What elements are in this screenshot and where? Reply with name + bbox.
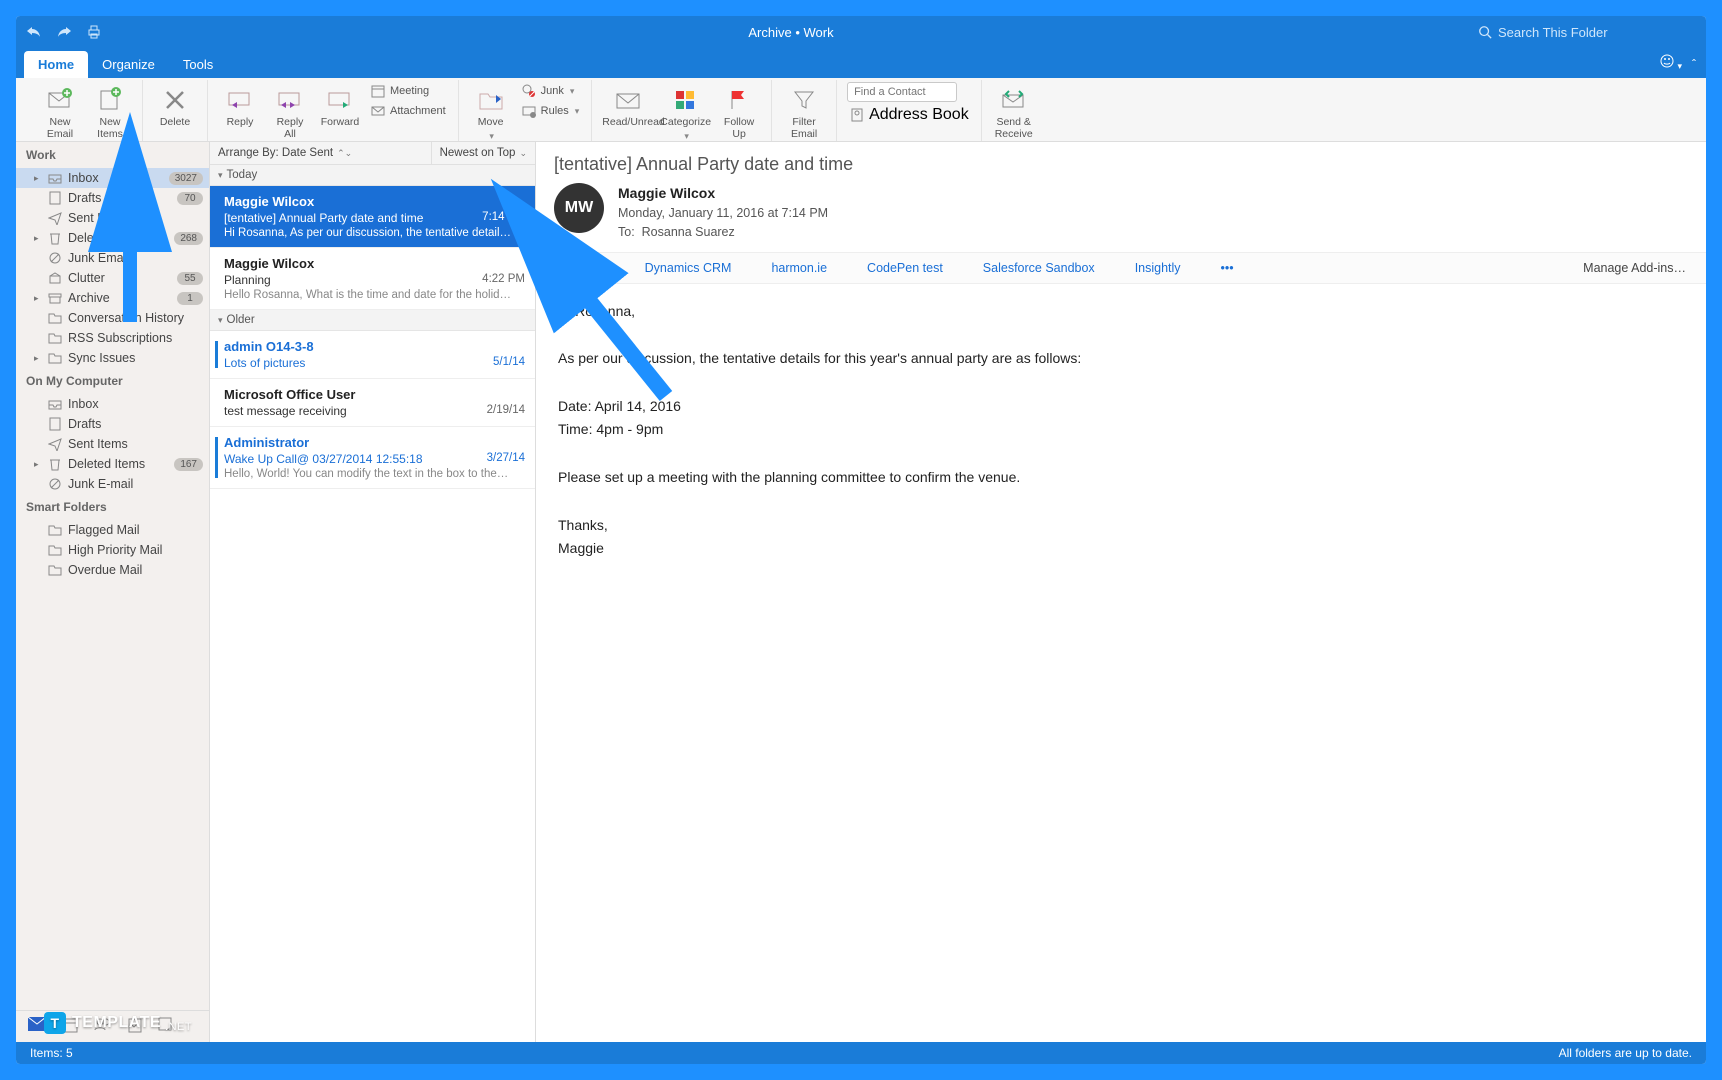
email-subject: [tentative] Annual Party date and time: [536, 142, 1706, 183]
message-item[interactable]: AdministratorWake Up Call@ 03/27/2014 12…: [210, 427, 535, 489]
on-my-computer-header[interactable]: On My Computer: [16, 368, 209, 394]
folder-icon: [48, 543, 62, 557]
folder-icon: [48, 523, 62, 537]
trash-icon: [48, 231, 62, 245]
inbox-icon: [48, 397, 62, 411]
annotation-arrow-1: [110, 172, 160, 337]
annotation-arrow-2: [526, 226, 686, 411]
new-email-button[interactable]: NewEmail: [38, 82, 82, 140]
manage-addins-link[interactable]: Manage Add-ins…: [1583, 261, 1686, 275]
search-input[interactable]: [1498, 25, 1668, 40]
watermark: T TEMPLATE.NET: [44, 1012, 192, 1034]
search-box[interactable]: [1478, 25, 1698, 40]
message-item[interactable]: admin O14-3-8Lots of pictures5/1/14: [210, 331, 535, 379]
junk-button[interactable]: Junk▾: [519, 82, 582, 100]
watermark-logo-icon: T: [44, 1012, 66, 1034]
addin-link[interactable]: CodePen test: [867, 261, 943, 275]
smart-folder-overdue-mail[interactable]: Overdue Mail: [16, 560, 209, 580]
tab-home[interactable]: Home: [24, 51, 88, 78]
message-list-pane: Arrange By: Date Sent⌃⌄ Newest on Top⌄ ▾…: [210, 142, 536, 1042]
archive-icon: [48, 291, 62, 305]
attachment-button[interactable]: Attachment: [368, 102, 448, 120]
group-header[interactable]: ▾ Older: [210, 310, 535, 331]
sender-name: Maggie Wilcox: [618, 183, 828, 204]
inbox-icon: [48, 171, 62, 185]
trash-icon: [48, 457, 62, 471]
sort-order-button[interactable]: Newest on Top⌄: [431, 142, 535, 164]
tab-organize[interactable]: Organize: [88, 51, 169, 78]
reply-button[interactable]: Reply: [218, 82, 262, 129]
rules-button[interactable]: Rules▾: [519, 102, 582, 120]
clutter-icon: [48, 271, 62, 285]
help-smile-icon[interactable]: ▾: [1659, 53, 1682, 74]
draft-icon: [48, 417, 62, 431]
message-item[interactable]: Microsoft Office Usertest message receiv…: [210, 379, 535, 427]
smart-folder-flagged-mail[interactable]: Flagged Mail: [16, 520, 209, 540]
title-bar: Archive • Work: [16, 16, 1706, 48]
addin-link[interactable]: harmon.ie: [771, 261, 827, 275]
addins-bar: Nile1 ACDynamics CRMharmon.ieCodePen tes…: [536, 252, 1706, 284]
omc-folder-junk-e-mail[interactable]: Junk E-mail: [16, 474, 209, 494]
move-button[interactable]: Move▾: [469, 82, 513, 141]
sync-status: All folders are up to date.: [1559, 1046, 1692, 1060]
search-icon: [1478, 25, 1492, 39]
status-bar: Items: 5 All folders are up to date.: [16, 1042, 1706, 1064]
smart-folder-high-priority-mail[interactable]: High Priority Mail: [16, 540, 209, 560]
redo-icon[interactable]: [54, 22, 74, 42]
find-contact-input[interactable]: [847, 82, 957, 102]
account-header[interactable]: Work: [16, 142, 209, 168]
message-item[interactable]: Maggie Wilcox[tentative] Annual Party da…: [210, 186, 535, 248]
tab-tools[interactable]: Tools: [169, 51, 227, 78]
new-items-button[interactable]: NewItems: [88, 82, 132, 140]
addin-link[interactable]: Salesforce Sandbox: [983, 261, 1095, 275]
arrange-by-button[interactable]: Arrange By: Date Sent⌃⌄: [210, 142, 431, 164]
item-count: Items: 5: [30, 1046, 73, 1060]
delete-button[interactable]: Delete: [153, 82, 197, 129]
email-body: Hi Rosanna, As per our discussion, the t…: [536, 284, 1706, 578]
folder-icon: [48, 311, 62, 325]
sent-icon: [48, 211, 62, 225]
addin-link[interactable]: •••: [1221, 261, 1234, 275]
group-header[interactable]: ▾ Today: [210, 165, 535, 186]
addin-link[interactable]: Insightly: [1135, 261, 1181, 275]
folder-icon: [48, 563, 62, 577]
reply-all-button[interactable]: ReplyAll: [268, 82, 312, 140]
categorize-button[interactable]: Categorize▾: [660, 82, 711, 141]
draft-icon: [48, 191, 62, 205]
window-title: Archive • Work: [104, 25, 1478, 40]
folder-icon: [48, 351, 62, 365]
junk-icon: [48, 477, 62, 491]
ribbon: NewEmail NewItems Delete Reply ReplyAll …: [16, 78, 1706, 142]
folder-icon: [48, 331, 62, 345]
folder-sync-issues[interactable]: ▸Sync Issues: [16, 348, 209, 368]
print-icon[interactable]: [84, 22, 104, 42]
address-book-button[interactable]: Address Book: [847, 105, 971, 125]
read-unread-button[interactable]: Read/Unread: [602, 82, 654, 129]
smart-folders-header[interactable]: Smart Folders: [16, 494, 209, 520]
omc-folder-inbox[interactable]: Inbox: [16, 394, 209, 414]
junk-icon: [48, 251, 62, 265]
tab-bar: Home Organize Tools ▾ ˆ: [16, 48, 1706, 78]
reading-pane: [tentative] Annual Party date and time M…: [536, 142, 1706, 1042]
omc-folder-sent-items[interactable]: Sent Items: [16, 434, 209, 454]
send-receive-button[interactable]: Send &Receive: [992, 82, 1036, 140]
collapse-ribbon-icon[interactable]: ˆ: [1692, 57, 1696, 71]
sent-icon: [48, 437, 62, 451]
meeting-button[interactable]: Meeting: [368, 82, 448, 100]
omc-folder-deleted-items[interactable]: ▸Deleted Items167: [16, 454, 209, 474]
omc-folder-drafts[interactable]: Drafts: [16, 414, 209, 434]
email-date: Monday, January 11, 2016 at 7:14 PM: [618, 204, 828, 223]
forward-button[interactable]: Forward: [318, 82, 362, 129]
undo-icon[interactable]: [24, 22, 44, 42]
message-item[interactable]: Maggie WilcoxPlanning4:22 PMHello Rosann…: [210, 248, 535, 310]
